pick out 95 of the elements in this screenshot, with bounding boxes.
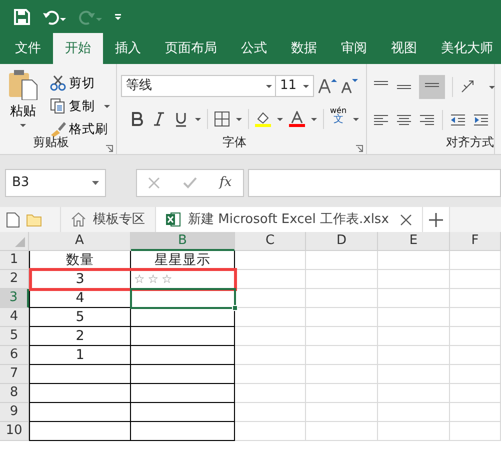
menu-tab[interactable]: 页面布局	[153, 33, 229, 64]
caret-icon[interactable]	[236, 118, 242, 120]
empty-cell[interactable]	[131, 365, 235, 384]
caret-icon	[266, 84, 272, 88]
menu-tab[interactable]: 插入	[103, 33, 153, 64]
row-header[interactable]: 10	[0, 422, 29, 441]
table-cell[interactable]: ☆☆☆	[131, 270, 235, 289]
fill-handle[interactable]	[232, 305, 238, 311]
caret-icon[interactable]	[195, 118, 201, 120]
group-label: 字体	[222, 134, 248, 151]
group-label: 对齐方式	[446, 134, 494, 151]
bold-icon[interactable]	[129, 111, 145, 127]
menu-tab[interactable]: 审阅	[329, 33, 379, 64]
menu-tab[interactable]: 美化大师	[429, 33, 501, 64]
row-header[interactable]: 7	[0, 365, 29, 384]
caret-icon	[104, 104, 110, 108]
save-icon[interactable]	[14, 8, 30, 24]
name-box[interactable]: B3	[5, 168, 106, 196]
align-right-icon[interactable]	[419, 112, 435, 128]
customize-icon[interactable]	[114, 12, 122, 20]
table-cell[interactable]: 星星显示	[131, 251, 235, 270]
caret-icon[interactable]	[277, 118, 283, 120]
menu-tab[interactable]: 文件	[3, 33, 53, 64]
bottom-align-icon	[425, 82, 439, 86]
caret-icon[interactable]	[489, 86, 495, 88]
column-header[interactable]: A	[29, 232, 131, 251]
align-left-icon[interactable]	[373, 112, 389, 128]
brush-icon	[50, 121, 66, 137]
scissors-icon	[50, 75, 66, 91]
empty-cell[interactable]	[131, 384, 235, 403]
new-tab-button[interactable]	[422, 207, 450, 232]
insert-function-button[interactable]: fx	[220, 172, 232, 194]
fill-color-icon[interactable]	[255, 111, 271, 127]
shrink-font-icon[interactable]	[340, 78, 358, 94]
increase-indent-icon[interactable]	[473, 112, 489, 128]
row-header[interactable]: 8	[0, 384, 29, 403]
table-cell[interactable]: 数量	[29, 251, 131, 270]
caret-icon	[92, 180, 99, 184]
redo-icon	[78, 8, 102, 24]
menu-tab[interactable]: 视图	[379, 33, 429, 64]
file-tab[interactable]: 新建 Microsoft Excel 工作表.xlsx	[156, 207, 423, 232]
group-label: 剪贴板	[32, 135, 70, 151]
clipboard-command[interactable]: 复制	[48, 95, 112, 117]
home-icon	[71, 212, 86, 227]
caret-icon[interactable]	[352, 118, 359, 120]
spreadsheet-icon	[166, 212, 181, 227]
selected-cell[interactable]	[131, 289, 235, 308]
close-icon[interactable]	[400, 214, 412, 226]
dialog-launcher-icon[interactable]	[356, 145, 363, 152]
formula-field[interactable]	[248, 168, 501, 196]
row-header[interactable]: 3	[0, 289, 29, 308]
column-header[interactable]: D	[306, 232, 378, 251]
clipboard-command[interactable]: 剪切	[48, 72, 97, 94]
menu-tab[interactable]: 公式	[229, 33, 279, 64]
caret-icon	[303, 84, 309, 88]
undo-icon[interactable]	[42, 8, 66, 24]
row-header[interactable]: 5	[0, 327, 29, 346]
empty-cell[interactable]	[131, 403, 235, 422]
caret-icon	[20, 124, 26, 126]
font-name-field[interactable]: 等线	[121, 75, 277, 97]
italic-icon[interactable]	[151, 111, 167, 127]
clipboard-icon	[8, 70, 38, 100]
plus-icon	[428, 212, 443, 226]
row-header[interactable]: 9	[0, 403, 29, 422]
menu-tab[interactable]: 开始	[53, 33, 103, 64]
column-header[interactable]: E	[378, 232, 450, 251]
bottom-align-button[interactable]	[419, 75, 445, 99]
row-header[interactable]: 2	[0, 270, 29, 289]
new-file-icon[interactable]	[6, 212, 20, 228]
grow-font-icon[interactable]	[317, 78, 337, 94]
font-color-icon[interactable]	[289, 111, 305, 127]
column-header[interactable]: F	[450, 232, 501, 251]
copy-icon	[50, 98, 66, 114]
column-header[interactable]: C	[235, 232, 306, 251]
caret-icon[interactable]	[311, 118, 317, 120]
empty-cell[interactable]	[131, 422, 235, 441]
menu-tab[interactable]: 数据	[279, 33, 329, 64]
font-size-field[interactable]: 11	[275, 75, 314, 97]
table-cell[interactable]: 4	[29, 289, 131, 308]
table-cell[interactable]: 1	[29, 346, 131, 365]
table-cell[interactable]: 5	[29, 308, 131, 327]
decrease-indent-icon[interactable]	[450, 112, 466, 128]
empty-cell[interactable]	[131, 327, 235, 346]
empty-cell[interactable]	[131, 346, 235, 365]
row-header[interactable]: 6	[0, 346, 29, 365]
dialog-launcher-icon[interactable]	[106, 145, 113, 152]
align-center-icon[interactable]	[396, 112, 412, 128]
borders-icon[interactable]	[214, 111, 230, 127]
column-header[interactable]: B	[131, 232, 235, 251]
phonetic-button[interactable]: wén 文	[330, 107, 347, 131]
row-header[interactable]: 4	[0, 308, 29, 327]
underline-icon[interactable]	[173, 111, 189, 127]
empty-cell[interactable]	[131, 308, 235, 327]
row-header[interactable]: 1	[0, 251, 29, 270]
table-cell[interactable]: 2	[29, 327, 131, 346]
